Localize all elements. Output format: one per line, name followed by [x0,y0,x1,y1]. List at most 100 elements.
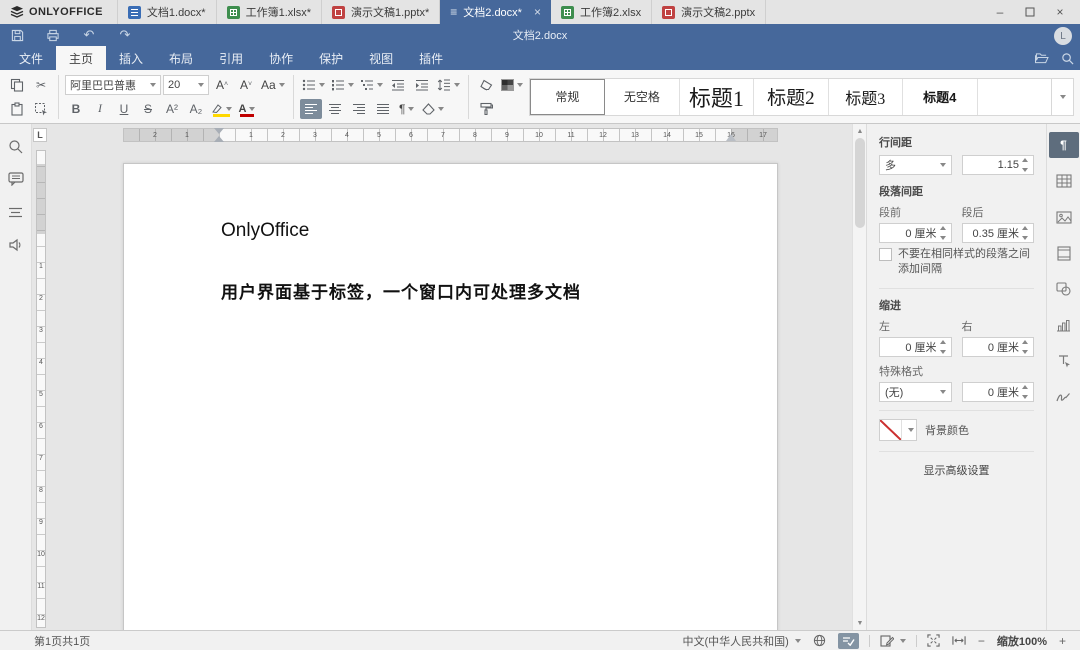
spinner-down-icon[interactable] [1022,168,1028,172]
minimize-button[interactable]: – [986,1,1014,23]
bold-button[interactable]: B [65,99,87,119]
shape-settings-icon[interactable] [1049,276,1079,302]
search-icon[interactable] [1054,46,1080,70]
menu-tab-insert[interactable]: 插入 [106,46,156,70]
navigation-headings-icon[interactable] [6,202,26,222]
menu-tab-protection[interactable]: 保护 [306,46,356,70]
paragraph-settings-icon[interactable]: ¶ [1049,132,1079,158]
signature-settings-icon[interactable] [1049,384,1079,410]
style-no-spacing[interactable]: 无空格 [605,79,679,115]
background-color-picker[interactable] [879,419,917,441]
italic-button[interactable]: I [89,99,111,119]
style-heading2[interactable]: 标题2 [754,79,828,115]
spacing-before-spinner[interactable]: 0 厘米 [879,223,952,243]
find-icon[interactable] [6,136,26,156]
show-advanced-settings-link[interactable]: 显示高级设置 [879,462,1034,478]
indent-right-spinner[interactable]: 0 厘米 [962,337,1035,357]
zoom-level-label[interactable]: 缩放100% [991,633,1053,649]
maximize-button[interactable] [1016,1,1044,23]
cut-icon[interactable]: ✂ [30,75,52,95]
comments-icon[interactable] [6,169,26,189]
color-scheme-icon[interactable] [499,75,525,95]
document-text-line1[interactable]: OnlyOffice [221,220,309,242]
style-normal[interactable]: 常规 [530,79,605,115]
open-file-location-icon[interactable] [1028,46,1054,70]
vertical-ruler[interactable]: 123456789101112 [36,150,46,628]
redo-icon[interactable]: ↷ [116,27,134,43]
special-format-select[interactable]: (无) [879,382,952,402]
chart-settings-icon[interactable] [1049,312,1079,338]
special-format-spinner[interactable]: 0 厘米 [962,382,1035,402]
line-spacing-icon[interactable] [435,75,462,95]
tab-doc2-active[interactable]: ≡ 文档2.docx* × [440,0,551,24]
header-footer-settings-icon[interactable] [1049,240,1079,266]
font-size-combobox[interactable]: 20 [163,75,209,95]
highlight-color-button[interactable] [209,99,234,119]
font-name-combobox[interactable]: 阿里巴巴普惠 [65,75,161,95]
align-center-button[interactable] [324,99,346,119]
track-changes-toggle[interactable] [874,631,912,650]
spinner-up-icon[interactable] [1022,158,1028,162]
style-heading3[interactable]: 标题3 [829,79,903,115]
image-settings-icon[interactable] [1049,204,1079,230]
table-settings-icon[interactable] [1049,168,1079,194]
spacing-after-spinner[interactable]: 0.35 厘米 [962,223,1035,243]
increase-font-icon[interactable]: A˄ [211,75,233,95]
tab-pres1[interactable]: 演示文稿1.pptx* [322,0,440,24]
menu-tab-home[interactable]: 主页 [56,46,106,70]
tab-pres2[interactable]: 演示文稿2.pptx [652,0,766,24]
menu-tab-view[interactable]: 视图 [356,46,406,70]
bullet-list-icon[interactable] [300,75,327,95]
horizontal-ruler[interactable]: 21 1234567891011121314151617 [123,128,778,142]
tab-doc1[interactable]: 文档1.docx* [118,0,217,24]
vertical-scrollbar[interactable]: ▲ ▼ [852,124,866,630]
decrease-font-icon[interactable]: A˅ [235,75,257,95]
line-spacing-select[interactable]: 多 [879,155,952,175]
align-justify-button[interactable] [372,99,394,119]
change-case-icon[interactable]: Aa [259,75,287,95]
superscript-button[interactable]: A² [161,99,183,119]
subscript-button[interactable]: A₂ [185,99,207,119]
align-right-button[interactable] [348,99,370,119]
document-text-line2[interactable]: 用户界面基于标签，一个窗口内可处理多文档 [221,278,581,303]
strikethrough-button[interactable]: S [137,99,159,119]
undo-icon[interactable]: ↶ [80,27,98,43]
underline-button[interactable]: U [113,99,135,119]
decrease-indent-icon[interactable] [387,75,409,95]
paragraph-shading-icon[interactable] [420,99,446,119]
tab-book2[interactable]: 工作簿2.xlsx [551,0,652,24]
font-color-button[interactable]: A [236,99,258,119]
style-heading4[interactable]: 标题4 [903,79,977,115]
menu-tab-plugins[interactable]: 插件 [406,46,456,70]
tab-stop-selector[interactable]: L [33,128,47,142]
tab-menu-icon[interactable]: ≡ [450,5,457,19]
line-spacing-spinner[interactable]: 1.15 [962,155,1035,175]
select-all-icon[interactable] [30,99,52,119]
zoom-in-button[interactable]: + [1053,631,1072,650]
menu-tab-references[interactable]: 引用 [206,46,256,70]
increase-indent-icon[interactable] [411,75,433,95]
align-left-button[interactable] [300,99,322,119]
numbered-list-icon[interactable] [329,75,356,95]
user-avatar[interactable]: L [1054,27,1072,45]
multilevel-list-icon[interactable] [358,75,385,95]
menu-tab-file[interactable]: 文件 [6,46,56,70]
document-language-icon[interactable] [807,631,832,650]
zoom-out-button[interactable]: − [972,631,991,650]
page-info[interactable]: 第1页共1页 [34,633,90,649]
paste-icon[interactable] [6,99,28,119]
menu-tab-collaboration[interactable]: 协作 [256,46,306,70]
language-selector[interactable]: 中文(中华人民共和国) [677,631,807,650]
feedback-icon[interactable] [6,235,26,255]
close-window-button[interactable]: × [1046,1,1074,23]
scroll-up-icon[interactable]: ▲ [854,125,866,137]
copy-icon[interactable] [6,75,28,95]
style-heading1[interactable]: 标题1 [680,79,754,115]
styles-gallery-expand-icon[interactable] [1052,78,1074,116]
indent-left-spinner[interactable]: 0 厘米 [879,337,952,357]
scrollbar-thumb[interactable] [855,138,865,228]
tab-book1[interactable]: 工作簿1.xlsx* [217,0,322,24]
clear-style-icon[interactable] [475,75,497,95]
show-formatting-marks-icon[interactable]: ¶ [396,99,418,119]
print-icon[interactable] [44,27,62,43]
